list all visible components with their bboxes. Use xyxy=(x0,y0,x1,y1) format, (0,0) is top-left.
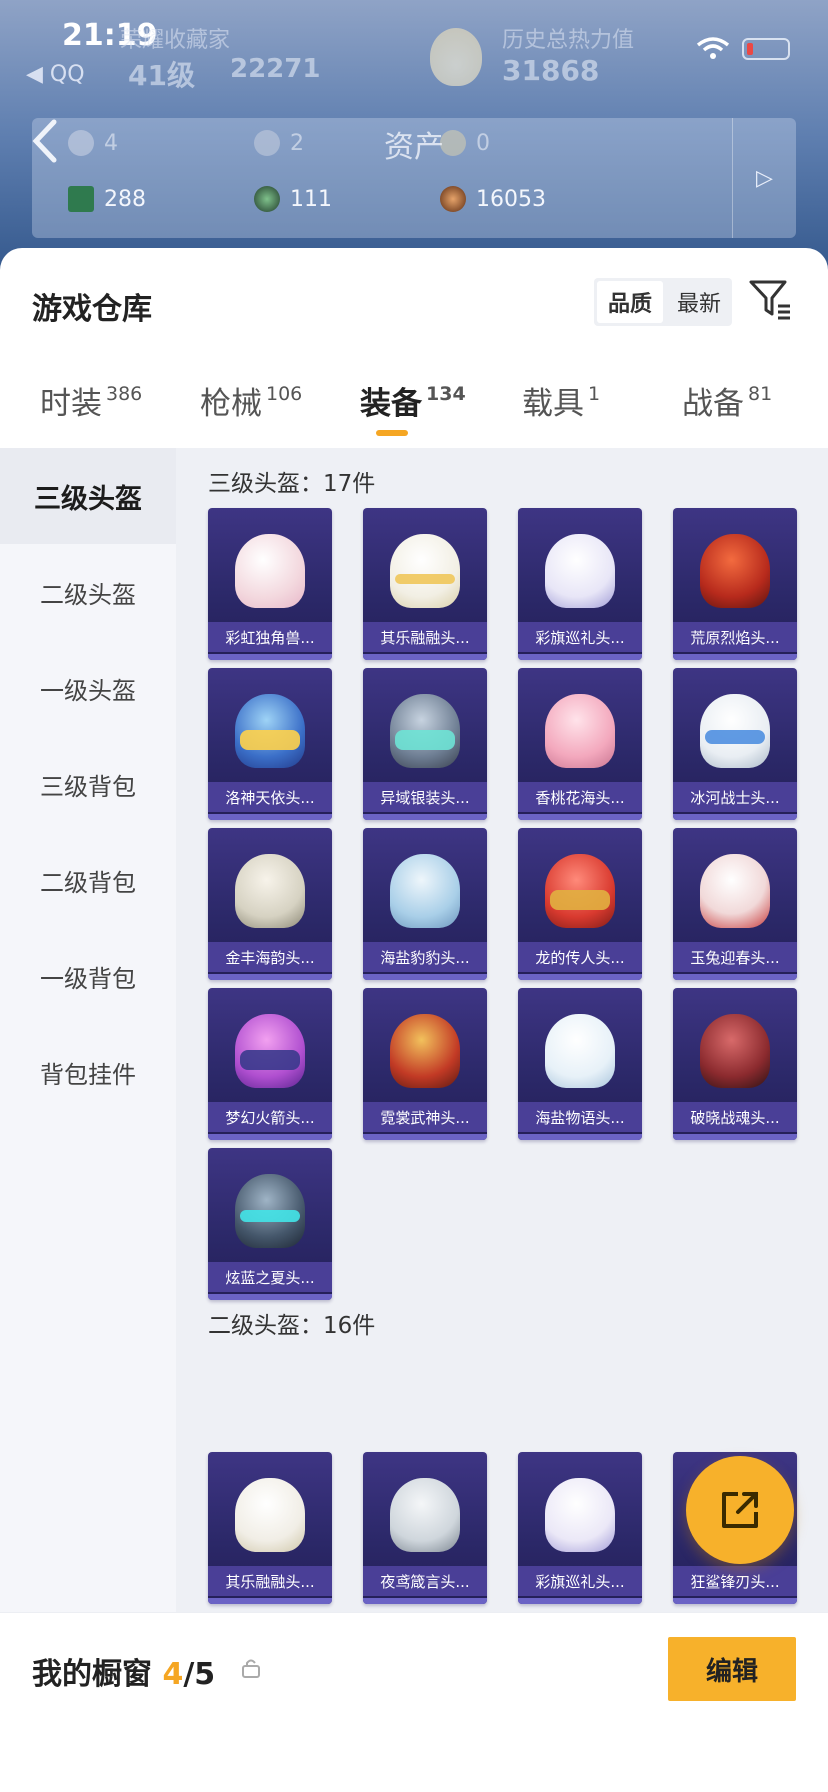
asset-item: 288 xyxy=(68,186,146,212)
showcase-count: 4 xyxy=(162,1657,184,1692)
item-card[interactable]: 夜鸢箴言头... xyxy=(363,1452,487,1604)
asset-item: 0 xyxy=(440,130,490,156)
tab-fashion[interactable]: 时装 386 xyxy=(40,378,142,423)
sort-toggle: 品质 最新 xyxy=(594,278,732,326)
assets-row-2: 288 111 16053 xyxy=(32,186,732,226)
item-card[interactable]: 香桃花海头... xyxy=(518,668,642,820)
sidebar-item-backpack-pendant[interactable]: 背包挂件 xyxy=(0,1024,176,1120)
item-card[interactable]: 破晓战魂头... xyxy=(673,988,797,1140)
sidebar-item-lvl1-helmet[interactable]: 一级头盔 xyxy=(0,640,176,736)
medal-icon xyxy=(254,186,280,212)
back-to-qq-link[interactable]: ◀ QQ xyxy=(26,62,85,87)
history-heat-label: 历史总热力值 xyxy=(502,28,635,53)
helmet-icon xyxy=(390,534,460,608)
item-grid: 三级头盔：17件 彩虹独角兽... 其乐融融头... 彩旗巡礼头... 荒原烈焰… xyxy=(176,448,828,1612)
helmet-icon xyxy=(700,854,770,928)
sidebar-item-lvl3-helmet[interactable]: 三级头盔 xyxy=(0,448,176,544)
section-title-lvl3: 三级头盔：17件 xyxy=(208,471,376,497)
active-tab-indicator xyxy=(376,430,408,436)
wifi-icon xyxy=(696,37,730,59)
showcase-bar: 我的橱窗 4/5 编辑 xyxy=(0,1612,828,1792)
item-card[interactable]: 其乐融融头... xyxy=(208,1452,332,1604)
player-level: 41级 xyxy=(128,59,195,92)
tab-battle-gear[interactable]: 战备 81 xyxy=(682,378,772,423)
edit-button[interactable]: 编辑 xyxy=(668,1637,796,1701)
item-card[interactable]: 龙的传人头... xyxy=(518,828,642,980)
helmet-icon xyxy=(235,534,305,608)
helmet-icon xyxy=(545,534,615,608)
sidebar-item-lvl3-backpack[interactable]: 三级背包 xyxy=(0,736,176,832)
item-card[interactable]: 冰河战士头... xyxy=(673,668,797,820)
bronze-coin-icon xyxy=(440,186,466,212)
asset-item: 111 xyxy=(254,186,332,212)
item-card[interactable]: 海盐物语头... xyxy=(518,988,642,1140)
item-card[interactable]: 彩旗巡礼头... xyxy=(518,508,642,660)
flame-icon xyxy=(430,28,482,86)
helmet-icon xyxy=(235,854,305,928)
category-tabs: 时装 386 枪械 106 装备 134 载具 1 战备 81 xyxy=(0,378,828,440)
helmet-icon xyxy=(390,1014,460,1088)
helmet-icon xyxy=(545,1014,615,1088)
sort-newest-button[interactable]: 最新 xyxy=(666,278,732,326)
item-card[interactable]: 彩虹独角兽... xyxy=(208,508,332,660)
item-card[interactable]: 彩旗巡礼头... xyxy=(518,1452,642,1604)
sort-quality-button[interactable]: 品质 xyxy=(597,281,663,323)
sidebar-item-lvl2-backpack[interactable]: 二级背包 xyxy=(0,832,176,928)
item-card[interactable]: 洛神天依头... xyxy=(208,668,332,820)
filter-icon[interactable] xyxy=(748,278,792,322)
tab-vehicles[interactable]: 载具 1 xyxy=(522,378,600,423)
share-icon xyxy=(722,1492,758,1528)
sidebar-item-lvl2-helmet[interactable]: 二级头盔 xyxy=(0,544,176,640)
silver-token-icon xyxy=(68,130,94,156)
showcase-title: 我的橱窗 4/5 xyxy=(32,1657,216,1692)
item-card[interactable]: 金丰海韵头... xyxy=(208,828,332,980)
warehouse-title: 游戏仓库 xyxy=(32,292,152,327)
helmet-icon xyxy=(390,854,460,928)
sidebar: 三级头盔 二级头盔 一级头盔 三级背包 二级背包 一级背包 背包挂件 xyxy=(0,448,176,1612)
assets-more-arrow[interactable]: ▷ xyxy=(732,118,796,238)
coupon-icon xyxy=(254,130,280,156)
tab-guns[interactable]: 枪械 106 xyxy=(200,378,302,423)
helmet-icon xyxy=(545,694,615,768)
helmet-icon xyxy=(700,534,770,608)
asset-item: 2 xyxy=(254,130,304,156)
section-title-lvl2: 二级头盔：16件 xyxy=(208,1313,376,1339)
item-card[interactable]: 异域银装头... xyxy=(363,668,487,820)
item-card[interactable]: 霓裳武神头... xyxy=(363,988,487,1140)
tab-equipment[interactable]: 装备 134 xyxy=(360,378,466,423)
history-heat-value: 31868 xyxy=(502,54,600,87)
collector-label: 荣耀收藏家 xyxy=(120,28,231,53)
item-card[interactable]: 荒原烈焰头... xyxy=(673,508,797,660)
assets-row-1: 4 2 0 xyxy=(32,130,732,170)
item-card[interactable]: 梦幻火箭头... xyxy=(208,988,332,1140)
asset-item: 16053 xyxy=(440,186,546,212)
helmet-icon xyxy=(700,1014,770,1088)
item-card[interactable]: 海盐豹豹头... xyxy=(363,828,487,980)
item-card[interactable]: 玉兔迎春头... xyxy=(673,828,797,980)
item-card[interactable]: 炫蓝之夏头... xyxy=(208,1148,332,1300)
helmet-icon xyxy=(235,1478,305,1552)
battery-icon xyxy=(742,38,790,60)
item-card[interactable]: 其乐融融头... xyxy=(363,508,487,660)
asset-item: 4 xyxy=(68,130,118,156)
lock-icon xyxy=(242,1659,260,1678)
showcase-total: /5 xyxy=(183,1657,216,1692)
status-bar: 21:19 ◀ QQ 荣耀收藏家 41级 22271 历史总热力值 31868 xyxy=(0,0,828,92)
share-button[interactable] xyxy=(686,1456,794,1564)
helmet-icon xyxy=(545,1478,615,1552)
coin-count: 22271 xyxy=(230,54,321,84)
card-icon xyxy=(68,186,94,212)
helmet-icon xyxy=(390,1478,460,1552)
assets-title: 资产 xyxy=(384,130,444,165)
sidebar-item-lvl1-backpack[interactable]: 一级背包 xyxy=(0,928,176,1024)
